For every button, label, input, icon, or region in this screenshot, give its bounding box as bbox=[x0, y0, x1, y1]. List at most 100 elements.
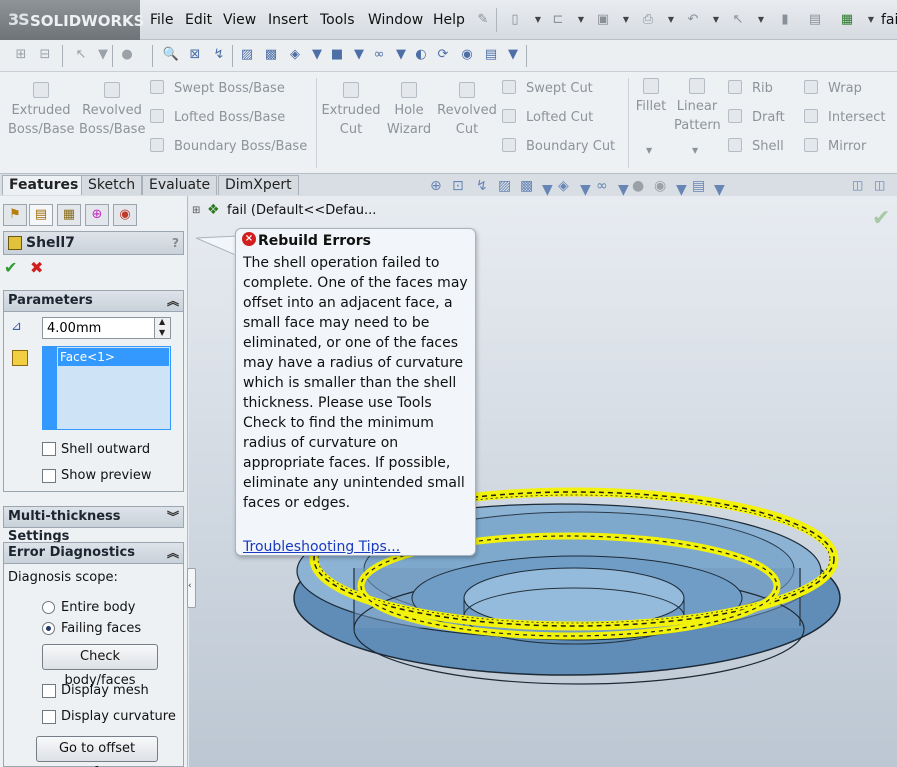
expand-icon[interactable]: ︾ bbox=[167, 507, 179, 527]
appearance-icon[interactable]: ● bbox=[632, 178, 644, 194]
zoom-area-icon[interactable]: ⊠ bbox=[186, 46, 204, 64]
intersect-button[interactable]: Intersect bbox=[804, 109, 886, 125]
tab-sketch[interactable]: Sketch bbox=[81, 175, 143, 195]
help-icon[interactable]: ? bbox=[172, 232, 179, 254]
linear-pattern-button[interactable]: Linear Pattern bbox=[674, 78, 721, 135]
pin-icon[interactable]: ✎ bbox=[474, 12, 492, 28]
error-diagnostics-header[interactable]: Error Diagnostics ︽ bbox=[3, 542, 184, 564]
panel-splitter-handle[interactable]: ‹ bbox=[187, 568, 196, 608]
section-view-icon[interactable]: ▨ bbox=[238, 46, 256, 64]
tile-horizontal-icon[interactable]: ◫ bbox=[874, 178, 885, 192]
view-settings-icon[interactable]: ▤ bbox=[692, 178, 705, 194]
save-dropdown-icon[interactable]: ▼ bbox=[617, 12, 635, 28]
edit-appearance-icon[interactable]: ◐ bbox=[412, 46, 430, 64]
pointer-icon[interactable]: ↖ bbox=[72, 46, 90, 64]
display-style-icon[interactable]: ◈ bbox=[558, 178, 569, 194]
menu-tools[interactable]: Tools bbox=[320, 12, 355, 28]
parameters-header[interactable]: Parameters ︽ bbox=[3, 290, 184, 312]
wrap-button[interactable]: Wrap bbox=[804, 80, 862, 96]
display-style-icon[interactable]: ◈ bbox=[286, 46, 304, 64]
zoom-fit-icon[interactable]: ⊕ bbox=[430, 178, 442, 194]
select-tool-icon[interactable]: ⊞ bbox=[12, 46, 30, 64]
ok-icon[interactable]: ✔ bbox=[4, 258, 17, 277]
zoom-to-fit-icon[interactable]: 🔍 bbox=[162, 46, 180, 64]
rebuild-view-icon[interactable]: ⟳ bbox=[434, 46, 452, 64]
shaded-icon[interactable]: ■ bbox=[328, 46, 346, 64]
undo-icon[interactable]: ↶ bbox=[684, 12, 702, 28]
spin-down-icon[interactable]: ▼ bbox=[159, 328, 165, 337]
options-icon[interactable]: ▦ bbox=[838, 12, 856, 28]
menu-edit[interactable]: Edit bbox=[185, 12, 212, 28]
boundary-boss-button[interactable]: Boundary Boss/Base bbox=[150, 138, 307, 154]
options-dropdown-icon[interactable]: ▼ bbox=[862, 12, 880, 28]
extruded-boss-button[interactable]: Extruded Boss/Base bbox=[8, 82, 74, 139]
appearance-icon[interactable]: ● bbox=[118, 46, 136, 64]
file-properties-icon[interactable]: ▤ bbox=[806, 12, 824, 28]
go-to-offset-surface-button[interactable]: Go to offset surface bbox=[36, 736, 158, 767]
dimxpert-manager-tab-icon[interactable]: ⊕ bbox=[85, 204, 109, 226]
display-manager-tab-icon[interactable]: ◉ bbox=[113, 204, 137, 226]
lofted-cut-button[interactable]: Lofted Cut bbox=[502, 109, 593, 125]
collapse-panel-icon[interactable]: ‹ bbox=[188, 581, 192, 591]
failing-faces-radio[interactable] bbox=[42, 622, 55, 635]
print-icon[interactable]: ⎙ bbox=[639, 12, 657, 28]
zoom-area-icon[interactable]: ⊡ bbox=[452, 178, 464, 194]
cancel-icon[interactable]: ✖ bbox=[30, 258, 43, 277]
show-preview-checkbox[interactable] bbox=[42, 469, 56, 483]
tile-vertical-icon[interactable]: ◫ bbox=[852, 178, 863, 192]
tab-dimxpert[interactable]: DimXpert bbox=[218, 175, 299, 195]
fillet-button[interactable]: Fillet bbox=[634, 78, 668, 116]
multi-thickness-header[interactable]: Multi-thickness Settings ︾ bbox=[3, 506, 184, 544]
confirmation-corner-ok-icon[interactable]: ✔ bbox=[872, 206, 890, 231]
select-dropdown-icon[interactable]: ▼ bbox=[752, 12, 770, 28]
print-dropdown-icon[interactable]: ▼ bbox=[662, 12, 680, 28]
open-dropdown-icon[interactable]: ▼ bbox=[572, 12, 590, 28]
hide-show-icon[interactable]: ∞ bbox=[370, 46, 388, 64]
troubleshooting-tips-link[interactable]: Troubleshooting Tips... bbox=[243, 539, 400, 555]
display-curvature-checkbox[interactable] bbox=[42, 710, 56, 724]
tree-item-part[interactable]: fail (Default<<Defau... bbox=[227, 203, 376, 218]
previous-view-icon[interactable]: ↯ bbox=[476, 178, 488, 194]
display-style-dropdown-icon[interactable]: ▼ bbox=[308, 46, 326, 64]
view-settings-dropdown-icon[interactable]: ▼ bbox=[504, 46, 522, 64]
section-view-icon[interactable]: ▨ bbox=[498, 178, 511, 194]
hide-show-icon[interactable]: ∞ bbox=[596, 178, 608, 194]
swept-boss-button[interactable]: Swept Boss/Base bbox=[150, 80, 285, 96]
fillet-dropdown-icon[interactable]: ▼ bbox=[646, 146, 652, 155]
save-icon[interactable]: ▣ bbox=[594, 12, 612, 28]
boundary-cut-button[interactable]: Boundary Cut bbox=[502, 138, 615, 154]
menu-window[interactable]: Window bbox=[368, 12, 423, 28]
hole-wizard-button[interactable]: Hole Wizard bbox=[382, 82, 436, 139]
extruded-cut-button[interactable]: Extruded Cut bbox=[320, 82, 382, 139]
shaded-dropdown-icon[interactable]: ▼ bbox=[350, 46, 368, 64]
collapse-icon[interactable]: ︽ bbox=[167, 291, 179, 311]
draft-button[interactable]: Draft bbox=[728, 109, 785, 125]
new-dropdown-icon[interactable]: ▼ bbox=[529, 12, 547, 28]
select-icon[interactable]: ↖ bbox=[729, 12, 747, 28]
undo-dropdown-icon[interactable]: ▼ bbox=[707, 12, 725, 28]
open-icon[interactable]: ⊏ bbox=[549, 12, 567, 28]
rebuild-icon[interactable]: ▮ bbox=[776, 12, 794, 28]
check-body-faces-button[interactable]: Check body/faces bbox=[42, 644, 158, 688]
expand-tree-icon[interactable]: ⊞ bbox=[192, 205, 200, 216]
hide-show-dropdown-icon[interactable]: ▼ bbox=[392, 46, 410, 64]
shell-outward-checkbox[interactable] bbox=[42, 442, 56, 456]
scenes-icon[interactable]: ◉ bbox=[458, 46, 476, 64]
shell-button[interactable]: Shell bbox=[728, 138, 784, 154]
new-document-icon[interactable]: ▯ bbox=[506, 12, 524, 28]
faces-selection-list[interactable]: Face<1> bbox=[56, 346, 171, 430]
revolved-boss-button[interactable]: Revolved Boss/Base bbox=[79, 82, 145, 139]
view-settings-icon[interactable]: ▤ bbox=[482, 46, 500, 64]
swept-cut-button[interactable]: Swept Cut bbox=[502, 80, 593, 96]
configuration-manager-tab-icon[interactable]: ▦ bbox=[57, 204, 81, 226]
tab-features[interactable]: Features bbox=[2, 175, 86, 195]
thickness-input[interactable] bbox=[42, 317, 155, 339]
list-item[interactable]: Face<1> bbox=[58, 348, 169, 366]
menu-help[interactable]: Help bbox=[433, 12, 465, 28]
sketch-tool-icon[interactable]: ⊟ bbox=[36, 46, 54, 64]
menu-file[interactable]: File bbox=[150, 12, 173, 28]
thickness-spinner[interactable]: ▲ ▼ bbox=[154, 317, 171, 339]
tab-evaluate[interactable]: Evaluate bbox=[142, 175, 218, 195]
entire-body-radio[interactable] bbox=[42, 601, 55, 614]
revolved-cut-button[interactable]: Revolved Cut bbox=[436, 82, 498, 139]
